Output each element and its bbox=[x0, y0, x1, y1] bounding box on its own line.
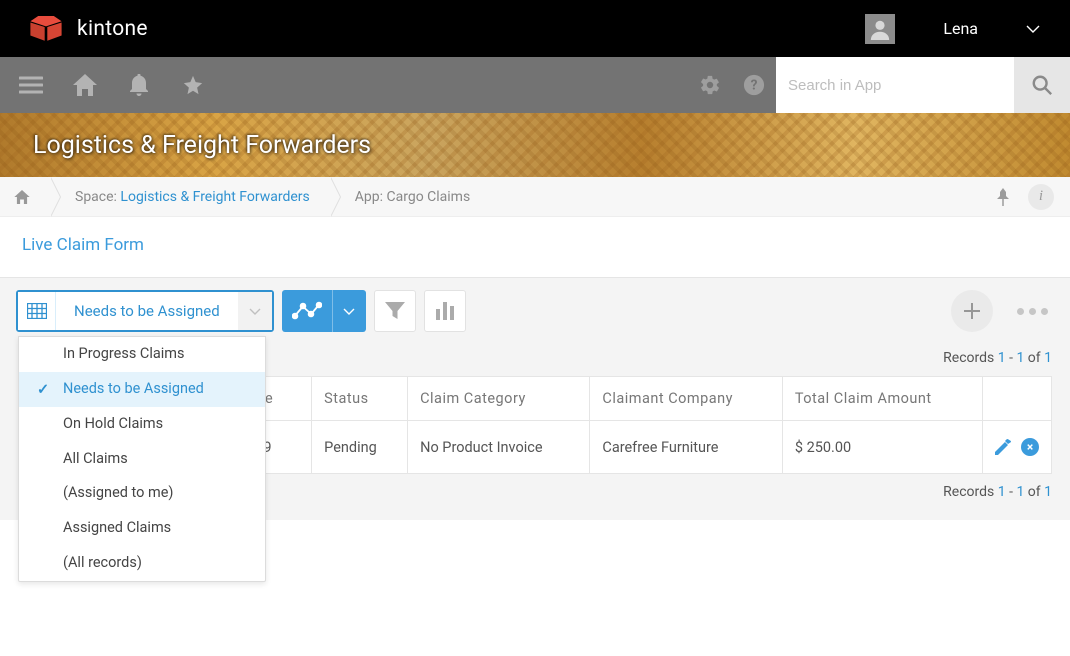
records-of: of bbox=[1024, 350, 1044, 366]
breadcrumb-app: App: Cargo Claims bbox=[330, 177, 490, 216]
svg-text:?: ? bbox=[751, 78, 758, 94]
top-bar: kintone Lena bbox=[0, 0, 1070, 57]
more-options-button[interactable] bbox=[1011, 302, 1054, 321]
view-option-label: (All records) bbox=[63, 554, 142, 571]
breadcrumb-app-name: Cargo Claims bbox=[386, 189, 470, 205]
breadcrumb-space: Space: Logistics & Freight Forwarders bbox=[50, 177, 330, 216]
home-icon bbox=[14, 190, 30, 204]
space-title: Logistics & Freight Forwarders bbox=[33, 131, 371, 160]
breadcrumb-space-link[interactable]: Logistics & Freight Forwarders bbox=[120, 189, 309, 205]
chevron-down-icon bbox=[238, 292, 272, 330]
view-option[interactable]: On Hold Claims bbox=[19, 407, 265, 442]
records-label: Records bbox=[943, 484, 998, 500]
kintone-logo-icon bbox=[30, 16, 62, 42]
breadcrumb-app-label: App: bbox=[355, 189, 383, 205]
records-start: 1 bbox=[998, 350, 1006, 366]
cell-status: Pending bbox=[312, 421, 408, 474]
home-button[interactable] bbox=[63, 57, 107, 113]
view-selector-label: Needs to be Assigned bbox=[56, 292, 238, 330]
records-sep: - bbox=[1006, 484, 1017, 500]
plus-icon bbox=[963, 302, 981, 320]
brand-name: kintone bbox=[77, 17, 148, 41]
cell-company: Carefree Furniture bbox=[590, 421, 782, 474]
info-button[interactable]: i bbox=[1028, 184, 1054, 210]
favorites-button[interactable] bbox=[171, 57, 215, 113]
breadcrumb-space-label: Space: bbox=[75, 189, 117, 205]
view-option[interactable]: Assigned Claims bbox=[19, 511, 265, 546]
cell-category: No Product Invoice bbox=[408, 421, 590, 474]
breadcrumb-home[interactable] bbox=[0, 177, 50, 216]
col-claimant-company[interactable]: Claimant Company bbox=[590, 377, 782, 421]
records-total: 1 bbox=[1044, 484, 1052, 500]
records-label: Records bbox=[943, 350, 998, 366]
col-total-claim-amount[interactable]: Total Claim Amount bbox=[782, 377, 982, 421]
view-title-row: Live Claim Form bbox=[0, 217, 1070, 277]
menu-button[interactable] bbox=[9, 57, 53, 113]
funnel-icon bbox=[384, 301, 406, 321]
view-option-label: (Assigned to me) bbox=[63, 484, 173, 501]
records-start: 1 bbox=[998, 484, 1006, 500]
graph-icon bbox=[282, 290, 332, 332]
dot-icon bbox=[1017, 308, 1024, 315]
edit-icon[interactable] bbox=[995, 439, 1011, 455]
breadcrumb: Space: Logistics & Freight Forwarders Ap… bbox=[0, 177, 1070, 217]
table-view-icon bbox=[18, 292, 56, 330]
pin-icon[interactable] bbox=[996, 188, 1010, 206]
search-box bbox=[776, 57, 1070, 113]
nav-bar: ? bbox=[0, 57, 1070, 113]
cell-amount: $ 250.00 bbox=[782, 421, 982, 474]
settings-button[interactable] bbox=[688, 57, 732, 113]
records-total: 1 bbox=[1044, 350, 1052, 366]
view-selector[interactable]: Needs to be Assigned In Progress Claims✓… bbox=[16, 290, 274, 332]
chevron-down-icon bbox=[1026, 25, 1040, 33]
bar-chart-icon bbox=[435, 302, 455, 320]
view-option-label: Assigned Claims bbox=[63, 519, 171, 536]
view-option-label: All Claims bbox=[63, 450, 128, 467]
search-input[interactable] bbox=[776, 57, 1014, 113]
avatar-icon bbox=[865, 14, 895, 44]
view-dropdown: In Progress Claims ✓ Needs to be Assigned O… bbox=[18, 336, 266, 582]
user-menu[interactable]: Lena bbox=[865, 14, 1040, 44]
records-of: of bbox=[1024, 484, 1044, 500]
username: Lena bbox=[943, 19, 978, 38]
toolbar: Needs to be Assigned In Progress Claims✓… bbox=[0, 277, 1070, 344]
view-title-link[interactable]: Live Claim Form bbox=[22, 235, 144, 255]
brand[interactable]: kintone bbox=[30, 16, 148, 42]
records-sep: - bbox=[1006, 350, 1017, 366]
col-claim-category[interactable]: Claim Category bbox=[408, 377, 590, 421]
chart-button[interactable] bbox=[424, 290, 466, 332]
help-button[interactable]: ? bbox=[732, 57, 776, 113]
view-option-label: On Hold Claims bbox=[63, 415, 163, 432]
col-status[interactable]: Status bbox=[312, 377, 408, 421]
view-option[interactable]: (All records) bbox=[19, 546, 265, 581]
dot-icon bbox=[1029, 308, 1036, 315]
view-option-label: In Progress Claims bbox=[63, 345, 185, 362]
view-option-label: Needs to be Assigned bbox=[63, 380, 204, 397]
view-option[interactable]: (Assigned to me) bbox=[19, 476, 265, 511]
graph-view-button[interactable] bbox=[282, 290, 366, 332]
chevron-down-icon bbox=[332, 290, 366, 332]
add-record-button[interactable] bbox=[951, 290, 993, 332]
search-button[interactable] bbox=[1014, 57, 1070, 113]
view-option[interactable]: In Progress Claims bbox=[19, 337, 265, 372]
dot-icon bbox=[1041, 308, 1048, 315]
filter-button[interactable] bbox=[374, 290, 416, 332]
space-banner: Logistics & Freight Forwarders bbox=[0, 113, 1070, 177]
view-option[interactable]: All Claims bbox=[19, 442, 265, 477]
notifications-button[interactable] bbox=[117, 57, 161, 113]
check-icon: ✓ bbox=[37, 381, 49, 400]
view-option[interactable]: ✓ Needs to be Assigned bbox=[19, 372, 265, 407]
delete-icon[interactable]: × bbox=[1021, 438, 1039, 456]
